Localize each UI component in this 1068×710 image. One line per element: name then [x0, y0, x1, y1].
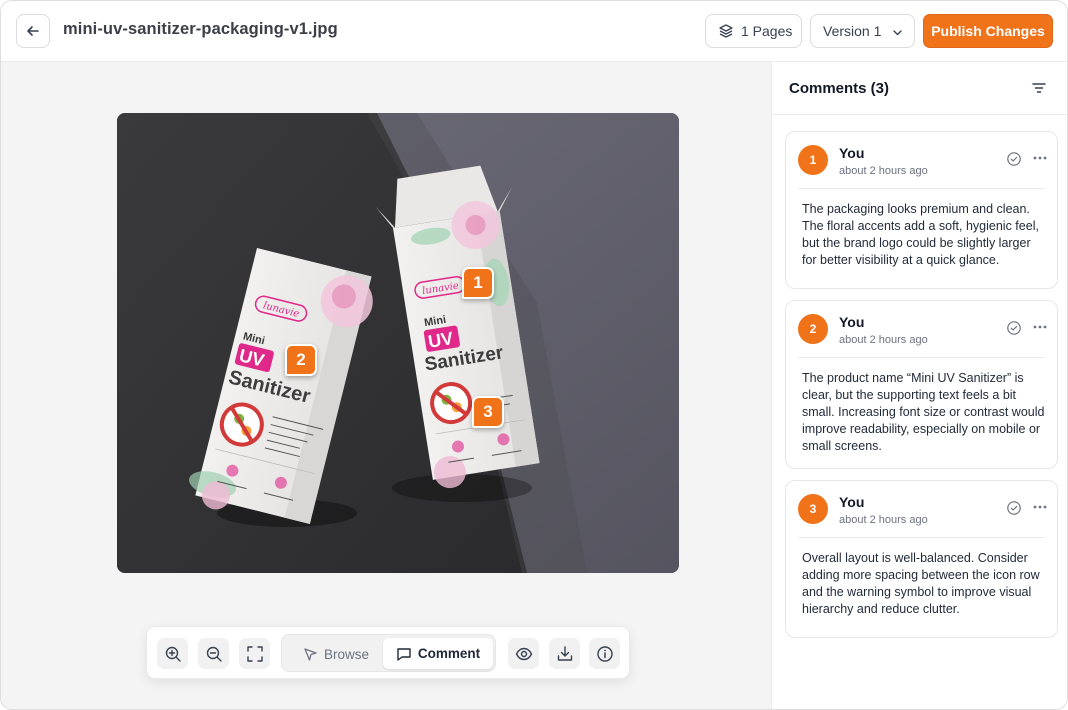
card-divider: [798, 537, 1045, 538]
cursor-icon: [304, 647, 317, 661]
card-divider: [798, 357, 1045, 358]
zoom-out-button[interactable]: [198, 638, 229, 669]
check-circle-icon[interactable]: [1006, 151, 1022, 167]
more-icon[interactable]: [1033, 505, 1047, 509]
comment-label: Comment: [417, 646, 481, 661]
info-icon: [596, 645, 613, 662]
download-icon: [557, 645, 572, 661]
filter-icon[interactable]: [1031, 80, 1047, 96]
comment-card[interactable]: 2 You about 2 hours ago The product name…: [785, 300, 1058, 469]
packaging-photo: lunavie Mini UV Sanitizer lunavie Mini U…: [117, 113, 679, 573]
more-icon[interactable]: [1033, 156, 1047, 160]
comment-body: Overall layout is well-balanced. Conside…: [802, 551, 1040, 616]
comment-mode-button[interactable]: Comment: [383, 638, 493, 669]
version-label: Version 1: [823, 23, 882, 39]
comments-sidebar: Comments (3) 1 You about 2 hours ago The…: [771, 62, 1067, 709]
chevron-down-icon: [893, 30, 902, 36]
eye-icon: [515, 647, 532, 660]
design-image[interactable]: lunavie Mini UV Sanitizer lunavie Mini U…: [117, 113, 679, 573]
comment-author: You: [839, 494, 865, 510]
check-circle-icon[interactable]: [1006, 500, 1022, 516]
comments-title: Comments (3): [789, 80, 890, 97]
back-button[interactable]: [16, 14, 50, 48]
comment-icon: [397, 647, 411, 661]
publish-button[interactable]: Publish Changes: [923, 14, 1053, 48]
comment-author: You: [839, 145, 865, 161]
comment-number-badge: 1: [798, 145, 828, 175]
comment-time: about 2 hours ago: [839, 165, 928, 177]
check-circle-icon[interactable]: [1006, 320, 1022, 336]
zoom-in-button[interactable]: [157, 638, 188, 669]
comment-author: You: [839, 314, 865, 330]
download-button[interactable]: [549, 638, 580, 669]
more-icon[interactable]: [1033, 325, 1047, 329]
bottom-toolbar: Browse Comment: [146, 626, 630, 679]
comment-card[interactable]: 3 You about 2 hours ago Overall layout i…: [785, 480, 1058, 638]
file-name: mini-uv-sanitizer-packaging-v1.jpg: [63, 20, 338, 38]
comment-time: about 2 hours ago: [839, 334, 928, 346]
layers-icon: [719, 24, 733, 38]
comment-body: The product name “Mini UV Sanitizer” is …: [802, 371, 1045, 453]
browse-mode-button[interactable]: Browse: [292, 639, 380, 669]
preview-button[interactable]: [508, 638, 539, 669]
comment-card[interactable]: 1 You about 2 hours ago The packaging lo…: [785, 131, 1058, 289]
card-divider: [798, 188, 1045, 189]
pages-label: 1 Pages: [741, 23, 793, 39]
zoom-in-icon: [165, 646, 181, 662]
arrow-left-icon: [27, 26, 39, 36]
annotation-pin-1[interactable]: 1: [462, 267, 494, 299]
info-button[interactable]: [589, 638, 620, 669]
fit-screen-icon: [246, 645, 263, 662]
product-uv-right: UV: [427, 328, 455, 352]
mode-toggle: Browse Comment: [281, 634, 496, 672]
top-bar: mini-uv-sanitizer-packaging-v1.jpg 1 Pag…: [1, 1, 1067, 62]
comment-number-badge: 3: [798, 494, 828, 524]
annotation-pin-3[interactable]: 3: [472, 396, 504, 428]
comment-body: The packaging looks premium and clean. T…: [802, 202, 1039, 267]
zoom-out-icon: [206, 646, 222, 662]
fit-screen-button[interactable]: [239, 638, 270, 669]
canvas-area[interactable]: lunavie Mini UV Sanitizer lunavie Mini U…: [1, 62, 771, 709]
comment-time: about 2 hours ago: [839, 514, 928, 526]
browse-label: Browse: [323, 646, 369, 662]
pages-button[interactable]: 1 Pages: [705, 14, 802, 48]
app-window: mini-uv-sanitizer-packaging-v1.jpg 1 Pag…: [0, 0, 1068, 710]
annotation-pin-2[interactable]: 2: [285, 344, 317, 376]
version-select[interactable]: Version 1: [810, 14, 915, 48]
comment-number-badge: 2: [798, 314, 828, 344]
comments-header: Comments (3): [772, 62, 1067, 115]
